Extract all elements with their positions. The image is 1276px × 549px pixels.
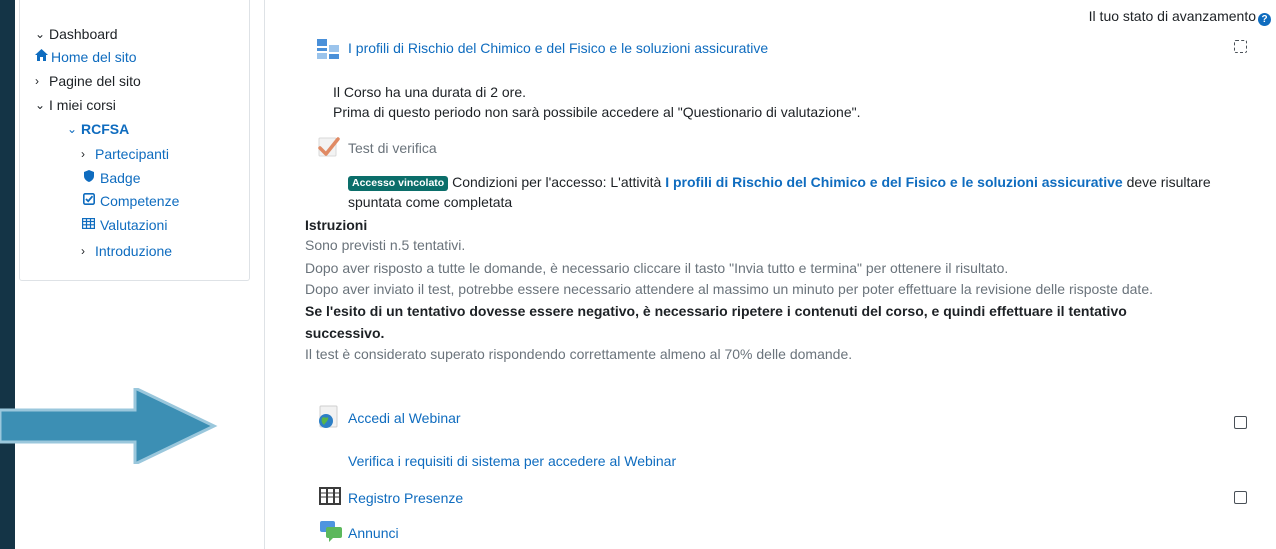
link-requisiti-webinar[interactable]: Verifica i requisiti di sistema per acce… <box>348 452 676 470</box>
book-icon <box>316 37 340 61</box>
completion-manual-checkbox[interactable] <box>1234 416 1247 429</box>
activity-description-line: Prima di questo periodo non sarà possibi… <box>333 104 861 120</box>
nav-badge[interactable]: Badge <box>81 169 140 187</box>
access-restriction-cont: spuntata come completata <box>348 194 513 210</box>
table-icon <box>81 216 96 234</box>
restriction-activity-link[interactable]: I profili di Rischio del Chimico e del F… <box>665 174 1122 190</box>
chevron-down-icon: ⌄ <box>35 27 46 41</box>
instructions-heading: Istruzioni <box>305 217 368 233</box>
chevron-down-icon: ⌄ <box>67 122 78 136</box>
activity-link-annunci[interactable]: Annunci <box>348 524 399 542</box>
nav-valutazioni[interactable]: Valutazioni <box>81 216 167 234</box>
checkbox-checked-icon <box>81 192 96 210</box>
instruction-line: Il test è considerato superato risponden… <box>305 346 853 362</box>
instruction-line: Dopo aver inviato il test, potrebbe esse… <box>305 281 1153 297</box>
nav-pagine-del-sito[interactable]: › Pagine del sito <box>35 72 141 90</box>
activity-link-webinar[interactable]: Accedi al Webinar <box>348 409 461 427</box>
activity-link-profili[interactable]: I profili di Rischio del Chimico e del F… <box>348 39 768 57</box>
instruction-bold-line: Se l'esito di un tentativo dovesse esser… <box>305 303 1127 319</box>
instruction-line: Sono previsti n.5 tentativi. <box>305 237 466 253</box>
nav-home[interactable]: Home del sito <box>35 48 137 66</box>
restricted-badge: Accesso vincolato <box>348 176 449 191</box>
register-icon <box>318 484 342 508</box>
activity-link-registro[interactable]: Registro Presenze <box>348 489 463 507</box>
home-icon <box>35 48 48 66</box>
chevron-right-icon: › <box>81 244 85 258</box>
annotation-arrow-icon <box>0 388 218 464</box>
left-band <box>0 0 15 549</box>
nav-partecipanti[interactable]: › Partecipanti <box>81 145 169 163</box>
forum-icon <box>319 519 343 543</box>
completion-manual-checkbox[interactable] <box>1234 491 1247 504</box>
shield-icon <box>81 169 96 187</box>
help-icon[interactable]: ? <box>1258 13 1271 26</box>
quiz-check-icon <box>317 135 341 159</box>
chevron-down-icon: ⌄ <box>35 98 46 112</box>
activity-description-line: Il Corso ha una durata di 2 ore. <box>333 84 527 100</box>
instruction-bold-line: successivo. <box>305 325 385 341</box>
nav-i-miei-corsi[interactable]: ⌄ I miei corsi <box>35 96 116 114</box>
activity-title-test: Test di verifica <box>348 140 437 156</box>
chevron-right-icon: › <box>81 147 85 161</box>
nav-course-rcfsa[interactable]: ⌄ RCFSA <box>67 120 129 138</box>
access-restriction: Accesso vincolato Condizioni per l'acces… <box>348 173 1211 191</box>
progress-status: Il tuo stato di avanzamento? <box>1089 7 1271 26</box>
completion-auto-checkbox[interactable] <box>1234 40 1247 53</box>
nav-competenze[interactable]: Competenze <box>81 192 179 210</box>
globe-icon <box>317 405 341 429</box>
nav-dashboard[interactable]: ⌄ Dashboard <box>35 25 118 43</box>
column-divider <box>264 0 265 549</box>
chevron-right-icon: › <box>35 74 39 88</box>
nav-introduzione[interactable]: › Introduzione <box>81 242 172 260</box>
instruction-line: Dopo aver risposto a tutte le domande, è… <box>305 260 1009 276</box>
